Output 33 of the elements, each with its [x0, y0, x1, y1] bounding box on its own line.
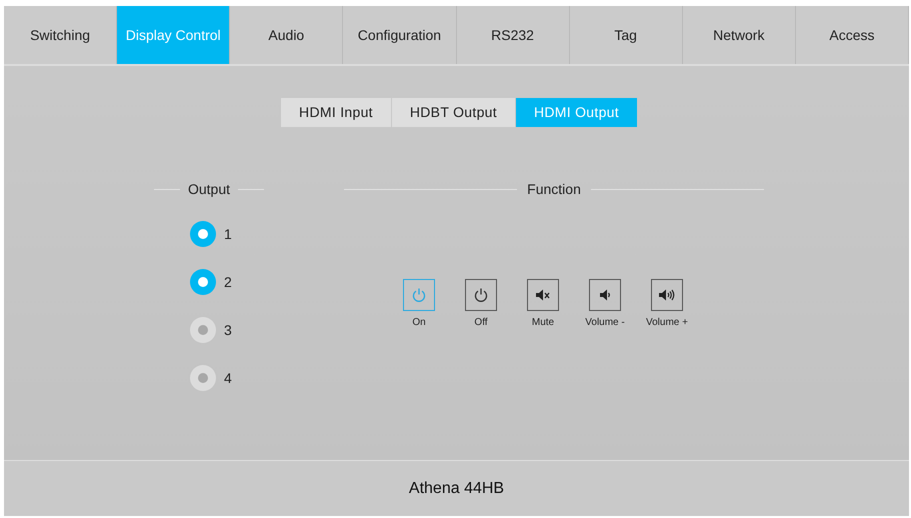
function-button[interactable]	[527, 279, 559, 311]
volume-high-icon	[658, 287, 676, 303]
output-radio[interactable]	[190, 317, 216, 343]
sub-tab[interactable]: HDBT Output	[392, 98, 516, 127]
function-button[interactable]	[465, 279, 497, 311]
output-radio[interactable]	[190, 221, 216, 247]
output-number: 2	[224, 272, 232, 292]
output-number: 3	[224, 320, 232, 340]
output-number: 4	[224, 368, 232, 388]
mute-icon	[535, 287, 551, 303]
function-label: Volume -	[585, 316, 625, 330]
power-icon	[473, 287, 489, 303]
device-name: Athena 44HB	[408, 478, 504, 498]
section-title: Output	[188, 180, 230, 199]
function-label: Off	[474, 316, 488, 330]
nav-tab[interactable]: Configuration	[343, 6, 456, 64]
nav-tab[interactable]: Audio	[230, 6, 344, 64]
output-radio[interactable]	[190, 269, 216, 295]
nav-tab[interactable]: RS232	[456, 6, 570, 64]
function-label: Volume +	[646, 316, 688, 330]
function-button[interactable]	[651, 279, 683, 311]
function-button[interactable]	[589, 279, 621, 311]
function-label: On	[412, 316, 426, 330]
output-number: 1	[224, 224, 232, 244]
volume-low-icon	[598, 287, 612, 303]
power-icon	[411, 287, 427, 303]
nav-tab[interactable]: Tag	[570, 6, 683, 64]
sub-tab[interactable]: HDMI Input	[281, 98, 392, 127]
output-radio[interactable]	[190, 365, 216, 391]
nav-tab[interactable]: Access	[796, 6, 909, 64]
section-title: Function	[527, 180, 581, 199]
nav-tab[interactable]: Network	[682, 6, 796, 64]
function-label: Mute	[532, 316, 554, 330]
